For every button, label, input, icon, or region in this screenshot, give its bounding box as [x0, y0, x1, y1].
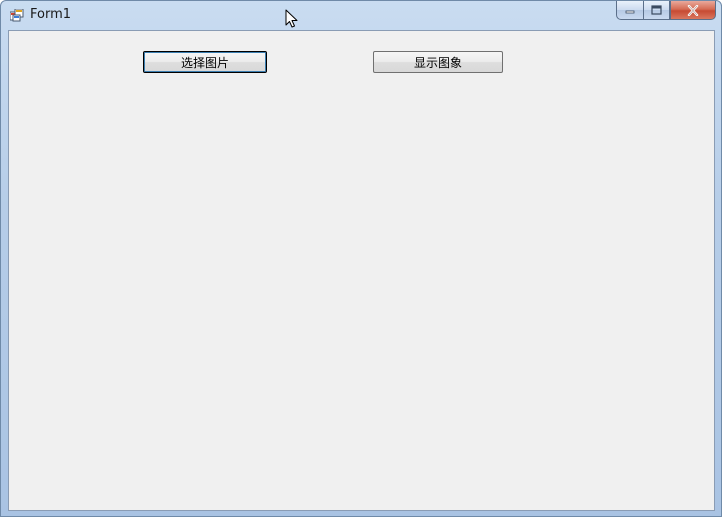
mouse-pointer-icon — [285, 9, 298, 28]
minimize-button[interactable] — [616, 1, 643, 20]
minimize-icon — [625, 10, 635, 14]
app-icon — [10, 9, 24, 22]
form-client-area: 选择图片 显示图象 — [8, 30, 715, 511]
form-window: Form1 选择图片 显示图象 — [0, 0, 722, 517]
select-image-button[interactable]: 选择图片 — [143, 51, 267, 73]
close-icon — [687, 4, 699, 16]
maximize-icon — [651, 5, 662, 15]
show-image-button[interactable]: 显示图象 — [373, 51, 503, 73]
close-button[interactable] — [670, 1, 716, 20]
maximize-button[interactable] — [643, 1, 670, 20]
title-bar[interactable]: Form1 — [1, 1, 721, 30]
window-title: Form1 — [30, 7, 72, 22]
caption-buttons — [616, 1, 716, 21]
